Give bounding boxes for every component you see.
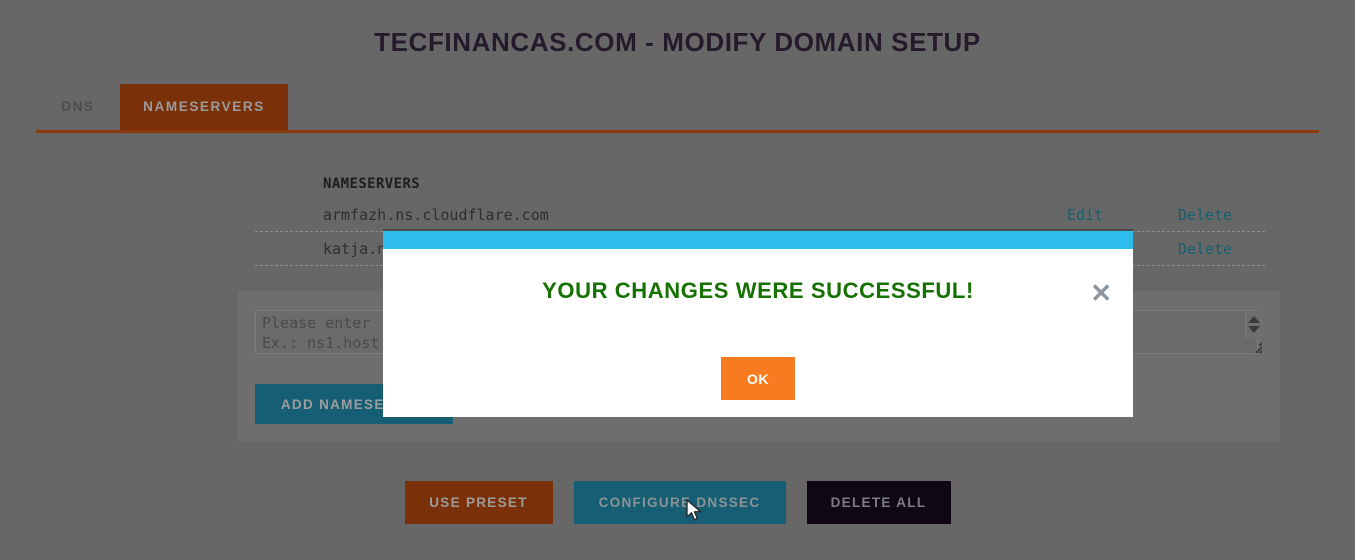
delete-link[interactable]: Delete [1145,240,1265,258]
textarea-scrollbar[interactable] [1245,311,1262,338]
modal-top-bar [383,231,1133,249]
delete-link[interactable]: Delete [1145,206,1265,224]
modal-title: YOUR CHANGES WERE SUCCESSFUL! [542,278,974,303]
close-icon[interactable]: ✕ [1090,280,1112,306]
ok-button[interactable]: OK [721,357,795,400]
scroll-down-icon[interactable] [1248,326,1260,333]
tab-nameservers[interactable]: NAMESERVERS [120,84,288,130]
resize-grip-icon[interactable] [1247,338,1262,353]
tab-dns[interactable]: DNS [36,84,120,130]
scroll-up-icon[interactable] [1248,316,1260,323]
placeholder-line-1: Please enter [262,314,371,332]
configure-dnssec-button[interactable]: CONFIGURE DNSSEC [573,481,786,524]
nameserver-value: armfazh.ns.cloudflare.com [323,205,549,224]
success-modal: ✕ YOUR CHANGES WERE SUCCESSFUL! OK [383,229,1133,417]
page-title: TECFINANCAS.COM - MODIFY DOMAIN SETUP [374,27,981,57]
use-preset-button[interactable]: USE PRESET [404,481,553,524]
nameservers-column-header: NAMESERVERS [323,176,421,192]
bottom-button-bar: USE PRESET CONFIGURE DNSSEC DELETE ALL [0,481,1355,524]
edit-link[interactable]: Edit [1025,206,1145,224]
delete-all-button[interactable]: DELETE ALL [806,481,951,524]
tab-bar: DNS NAMESERVERS [36,84,1319,133]
table-row: armfazh.ns.cloudflare.com Edit Delete [255,198,1265,232]
placeholder-line-2: Ex.: ns1.host [262,334,380,352]
